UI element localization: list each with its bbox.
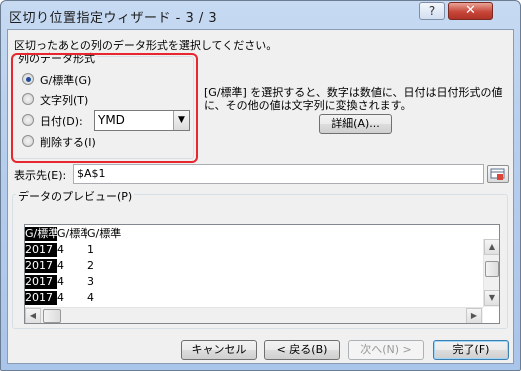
cancel-button[interactable]: キャンセル xyxy=(181,340,257,360)
preview-group-legend: データのプレビュー(P) xyxy=(16,188,135,204)
scroll-up-icon[interactable]: ▲ xyxy=(484,239,499,255)
wizard-window: 区切り位置指定ウィザード - 3 / 3 ? ✕ 区切ったあとの列のデータ形式を… xyxy=(0,0,521,371)
format-highlight-frame xyxy=(11,53,198,163)
scroll-right-icon[interactable]: ▶ xyxy=(466,308,482,323)
preview-cell-r1c1: 2017 xyxy=(25,243,57,257)
back-button[interactable]: < 戻る(B) xyxy=(264,340,340,360)
preview-cell-r2c1: 2017 xyxy=(25,259,57,273)
advanced-button[interactable]: 詳細(A)... xyxy=(319,114,392,134)
preview-cell-r1c3: 1 xyxy=(87,243,94,256)
preview-vertical-scrollbar[interactable]: ▲ ▼ xyxy=(483,239,499,307)
destination-input[interactable]: $A$1 xyxy=(73,164,484,184)
scroll-down-icon[interactable]: ▼ xyxy=(484,290,499,306)
help-button[interactable]: ? xyxy=(419,2,445,20)
next-button[interactable]: 次へ(N) > xyxy=(348,340,424,360)
preview-cell-r3c1: 2017 xyxy=(25,275,57,289)
preview-cell-r2c3: 2 xyxy=(87,259,94,272)
description-line-2: に、その他の値は文字列に変換されます。 xyxy=(204,99,412,112)
preview-cell-r4c3: 4 xyxy=(87,291,94,304)
horizontal-scroll-thumb[interactable] xyxy=(43,309,61,323)
preview-header-col2[interactable]: G/標準 xyxy=(57,227,87,241)
vertical-scroll-thumb[interactable] xyxy=(485,261,499,277)
preview-header-col3[interactable]: G/標準 xyxy=(87,227,147,241)
close-button[interactable]: ✕ xyxy=(448,2,493,20)
window-title: 区切り位置指定ウィザード - 3 / 3 xyxy=(9,11,218,26)
preview-horizontal-scrollbar[interactable]: ◀ ▶ xyxy=(25,307,483,323)
preview-cell-r4c2: 4 xyxy=(57,291,64,304)
preview-cell-r4c1: 2017 xyxy=(25,291,57,305)
title-bar[interactable]: 区切り位置指定ウィザード - 3 / 3 ? ✕ xyxy=(1,1,520,29)
range-select-button[interactable] xyxy=(487,165,509,183)
preview-cell-r1c2: 4 xyxy=(57,243,64,256)
preview-header-col1[interactable]: G/標準 xyxy=(25,227,57,241)
scroll-left-icon[interactable]: ◀ xyxy=(25,308,41,323)
range-select-icon xyxy=(490,168,505,180)
preview-cell-r2c2: 4 xyxy=(57,259,64,272)
preview-cell-r3c2: 4 xyxy=(57,275,64,288)
destination-label: 表示先(E): xyxy=(14,169,67,182)
preview-grid[interactable]: G/標準 G/標準 G/標準 2017 4 1 2017 4 2 2017 4 … xyxy=(24,224,500,324)
finish-button[interactable]: 完了(F) xyxy=(433,340,509,360)
preview-cell-r3c3: 3 xyxy=(87,275,94,288)
